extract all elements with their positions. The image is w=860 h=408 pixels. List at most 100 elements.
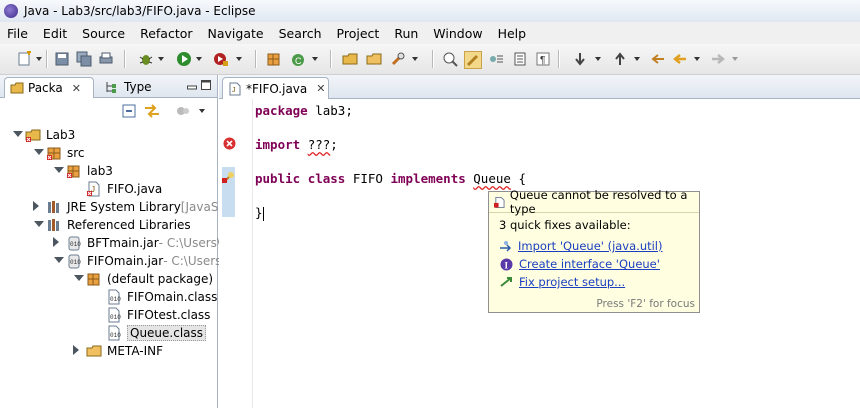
save-all-icon[interactable]: [76, 51, 92, 67]
search-icon[interactable]: [390, 51, 406, 67]
new-icon[interactable]: [16, 51, 32, 67]
tree-item-meta-inf[interactable]: META-INF: [73, 342, 163, 360]
expand-toggle-icon[interactable]: [73, 347, 82, 356]
collapse-all-icon[interactable]: [122, 104, 136, 118]
tree-item-fifomain-class[interactable]: 010 FIFOmain.class: [106, 288, 217, 306]
menu-source[interactable]: Source: [75, 26, 133, 41]
quick-fix-link[interactable]: Fix project setup...: [519, 275, 625, 289]
save-icon[interactable]: [54, 51, 70, 67]
expand-toggle-icon[interactable]: [33, 220, 44, 230]
code-line-2[interactable]: import ???;: [255, 137, 338, 152]
minimize-icon[interactable]: [187, 80, 197, 90]
expand-toggle-icon[interactable]: [12, 130, 23, 140]
menu-search[interactable]: Search: [272, 26, 330, 41]
toolbar-separator: [330, 50, 332, 68]
tree-item-bftmain-jar[interactable]: 010 BFTmain.jar - C:\Users\F: [53, 234, 228, 252]
print-icon[interactable]: [98, 51, 114, 67]
code-text: lab3;: [307, 103, 353, 118]
open-type-icon[interactable]: [342, 51, 358, 67]
back-icon[interactable]: [672, 51, 688, 67]
toggle-mark-occurrences-icon[interactable]: [442, 51, 458, 67]
tab-package-explorer[interactable]: Packa ✕: [4, 77, 94, 98]
new-class-dropdown-icon[interactable]: [312, 57, 318, 61]
new-java-package-icon[interactable]: [266, 51, 282, 67]
quick-fix-link[interactable]: Create interface 'Queue': [519, 257, 660, 271]
back-dropdown-icon[interactable]: [694, 57, 700, 61]
quick-fix-create-interface[interactable]: I Create interface 'Queue': [500, 257, 660, 271]
new-dropdown-icon[interactable]: [36, 57, 42, 61]
keyword: class: [307, 171, 346, 186]
tab-type-hierarchy[interactable]: Type: [100, 77, 172, 97]
expand-toggle-icon[interactable]: [53, 256, 64, 266]
tree-item-queue-class[interactable]: 010 Queue.class: [106, 324, 207, 342]
tree-item-lab3-package[interactable]: lab3: [53, 162, 113, 180]
editor-tabs: J *FIFO.java ✕: [219, 75, 860, 99]
new-java-class-icon[interactable]: C: [290, 51, 306, 67]
code-line-1[interactable]: package lab3;: [255, 103, 353, 118]
debug-dropdown-icon[interactable]: [158, 57, 164, 61]
code-line-4[interactable]: }: [255, 205, 264, 221]
run-dropdown-icon[interactable]: [196, 57, 202, 61]
quick-fix-import[interactable]: Import 'Queue' (java.util): [500, 239, 663, 253]
menu-project[interactable]: Project: [330, 26, 388, 41]
toggle-highlight-icon[interactable]: [464, 51, 482, 69]
search-dropdown-icon[interactable]: [412, 57, 418, 61]
error-marker-icon[interactable]: [223, 137, 236, 150]
close-icon[interactable]: ✕: [316, 82, 325, 95]
expand-toggle-icon[interactable]: [33, 148, 44, 158]
tree-label: FIFO.java: [107, 182, 163, 196]
show-whitespace-icon[interactable]: [488, 51, 504, 67]
tree-item-referenced-libraries[interactable]: Referenced Libraries: [33, 216, 191, 234]
forward-icon[interactable]: [710, 51, 726, 67]
tree-item-fifomain-jar[interactable]: 010 FIFOmain.jar - C:\Users\: [53, 252, 225, 270]
jar-icon: 010: [68, 254, 81, 269]
view-menu-icon[interactable]: [199, 109, 205, 113]
previous-annotation-dropdown-icon[interactable]: [634, 57, 640, 61]
quick-fix-project-setup[interactable]: Fix project setup...: [500, 275, 625, 289]
block-selection-icon[interactable]: [512, 51, 528, 67]
open-folder-icon[interactable]: [366, 51, 382, 67]
maximize-icon[interactable]: [201, 80, 211, 90]
external-tools-icon[interactable]: [213, 51, 229, 67]
focus-on-task-icon[interactable]: [176, 104, 190, 118]
link-with-editor-icon[interactable]: [144, 104, 160, 118]
menu-edit[interactable]: Edit: [36, 26, 75, 41]
keyword: implements: [390, 171, 466, 186]
expand-toggle-icon[interactable]: [53, 166, 64, 176]
tree-item-jre-library[interactable]: JRE System Library [JavaSE-1: [33, 198, 238, 216]
last-edit-location-icon[interactable]: [650, 51, 666, 67]
quick-fix-link[interactable]: Import 'Queue' (java.util): [518, 239, 663, 253]
tab-fifo-java[interactable]: J *FIFO.java ✕: [222, 77, 329, 99]
tree-item-src[interactable]: src: [33, 144, 85, 162]
package-explorer-icon: [10, 82, 24, 94]
menu-run[interactable]: Run: [387, 26, 426, 41]
menu-navigate[interactable]: Navigate: [201, 26, 272, 41]
menu-bar: File Edit Source Refactor Navigate Searc…: [0, 22, 860, 44]
interface-icon: I: [500, 258, 513, 270]
external-tools-dropdown-icon[interactable]: [236, 57, 242, 61]
tree-item-default-package[interactable]: (default package): [73, 270, 213, 288]
expand-toggle-icon[interactable]: [53, 239, 62, 248]
menu-refactor[interactable]: Refactor: [133, 26, 200, 41]
paragraph-icon[interactable]: ¶: [535, 51, 551, 67]
expand-toggle-icon[interactable]: [33, 203, 42, 212]
menu-file[interactable]: File: [0, 26, 36, 41]
code-line-3[interactable]: public class FIFO implements Queue {: [255, 171, 526, 186]
previous-annotation-icon[interactable]: [612, 51, 628, 67]
close-icon[interactable]: ✕: [72, 82, 81, 95]
tree-label: FIFOtest.class: [127, 308, 211, 322]
debug-icon[interactable]: [138, 51, 154, 67]
forward-dropdown-icon[interactable]: [732, 57, 738, 61]
tree-label: Queue.class: [127, 325, 207, 341]
menu-window[interactable]: Window: [426, 26, 490, 41]
tree-item-fifo-java[interactable]: J FIFO.java: [86, 180, 162, 198]
run-icon[interactable]: [176, 51, 192, 67]
tree-item-fifotest-class[interactable]: 010 FIFOtest.class: [106, 306, 210, 324]
quick-fix-error-icon[interactable]: [222, 170, 236, 184]
next-annotation-dropdown-icon[interactable]: [595, 57, 601, 61]
next-annotation-icon[interactable]: [572, 51, 588, 67]
tree-item-lab3[interactable]: Lab3: [12, 126, 75, 144]
expand-toggle-icon[interactable]: [73, 274, 84, 284]
package-icon: [87, 273, 100, 286]
menu-help[interactable]: Help: [491, 26, 535, 41]
